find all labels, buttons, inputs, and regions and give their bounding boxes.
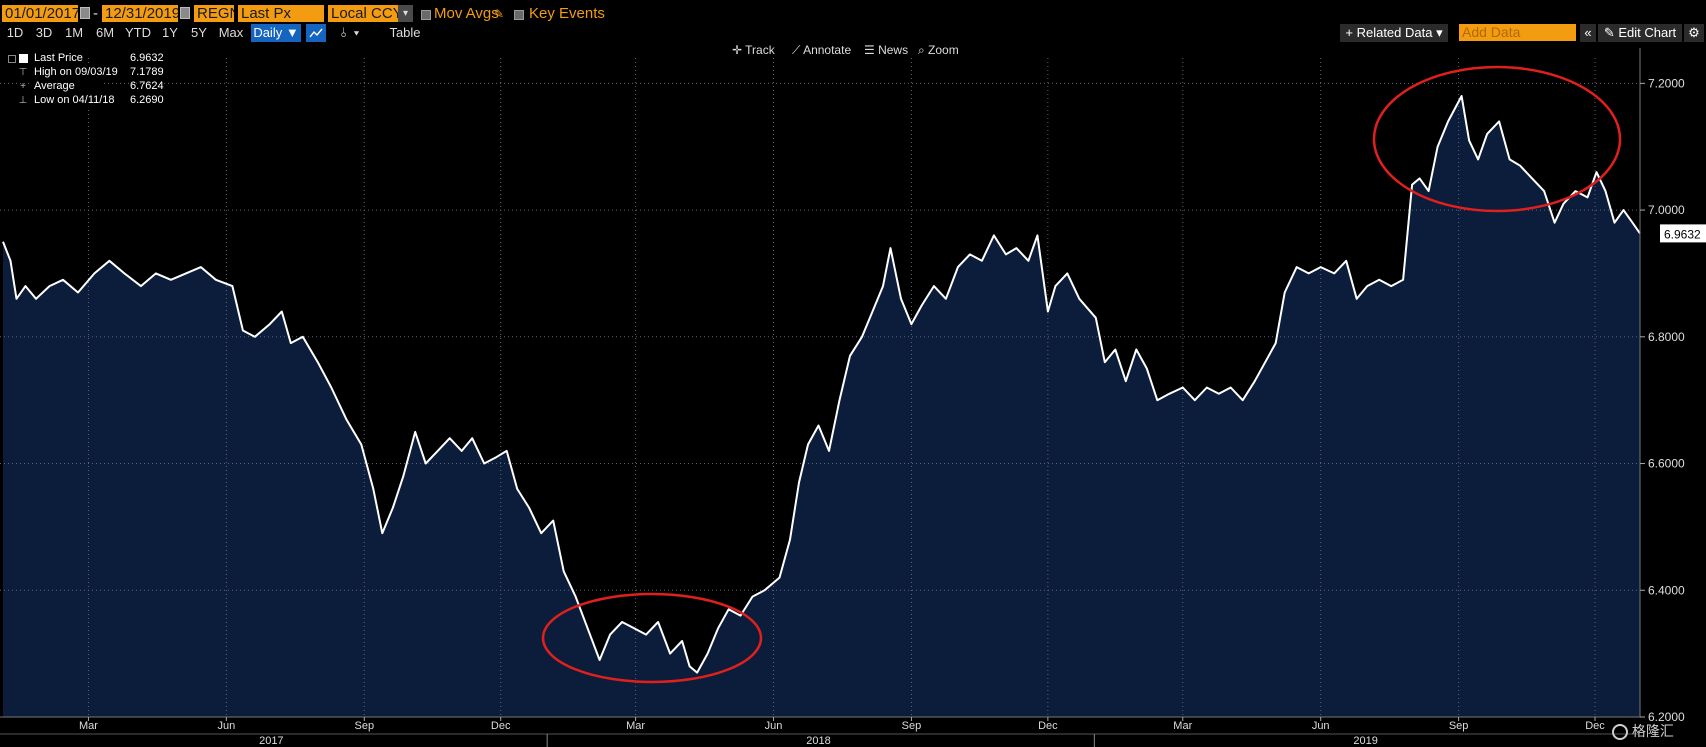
x-tick-label: Mar bbox=[79, 720, 98, 732]
legend: Last Price 6.9632 ⊤ High on 09/03/19 7.1… bbox=[8, 52, 168, 108]
legend-last-price-value: 6.9632 bbox=[130, 52, 164, 64]
legend-toggle-icon[interactable] bbox=[8, 55, 16, 63]
x-tick-label: Mar bbox=[626, 720, 645, 732]
logo-icon bbox=[1612, 724, 1628, 741]
legend-low-value: 6.2690 bbox=[130, 94, 164, 106]
legend-low-label: Low on 04/11/18 bbox=[32, 94, 117, 107]
series-swatch bbox=[19, 54, 28, 63]
x-tick-label: Dec bbox=[1038, 720, 1058, 732]
legend-average-label: Average bbox=[32, 80, 104, 93]
y-tick-label: 7.0000 bbox=[1648, 203, 1685, 217]
year-label: 2019 bbox=[1353, 735, 1377, 747]
high-marker-icon: ⊤ bbox=[18, 67, 28, 78]
legend-average-value: 6.7624 bbox=[130, 80, 164, 92]
legend-last-price-label: Last Price bbox=[32, 52, 85, 65]
last-value-label: 6.9632 bbox=[1664, 227, 1701, 241]
y-tick-label: 7.2000 bbox=[1648, 76, 1685, 90]
x-tick-label: Jun bbox=[1312, 720, 1330, 732]
x-tick-label: Sep bbox=[354, 720, 374, 732]
year-label: 2017 bbox=[259, 735, 283, 747]
x-tick-label: Jun bbox=[765, 720, 783, 732]
x-tick-label: Jun bbox=[217, 720, 235, 732]
y-tick-label: 6.6000 bbox=[1648, 457, 1685, 471]
low-marker-icon: ⊥ bbox=[18, 95, 28, 106]
x-tick-label: Sep bbox=[902, 720, 922, 732]
year-label: 2018 bbox=[806, 735, 830, 747]
x-tick-label: Dec bbox=[1585, 720, 1605, 732]
y-tick-label: 6.8000 bbox=[1648, 330, 1685, 344]
watermark-logo: 格隆汇 bbox=[1612, 718, 1704, 744]
x-tick-label: Sep bbox=[1449, 720, 1469, 732]
legend-high-value: 7.1789 bbox=[130, 66, 164, 78]
price-area bbox=[3, 96, 1640, 717]
x-tick-label: Mar bbox=[1173, 720, 1192, 732]
average-marker-icon: + bbox=[20, 81, 26, 92]
legend-high-label: High on 09/03/19 bbox=[32, 66, 120, 79]
watermark-text: 格隆汇 bbox=[1631, 723, 1674, 739]
price-chart[interactable]: 6.20006.40006.60006.80007.00007.20006.96… bbox=[0, 0, 1706, 747]
x-tick-label: Dec bbox=[491, 720, 511, 732]
y-tick-label: 6.4000 bbox=[1648, 583, 1685, 597]
